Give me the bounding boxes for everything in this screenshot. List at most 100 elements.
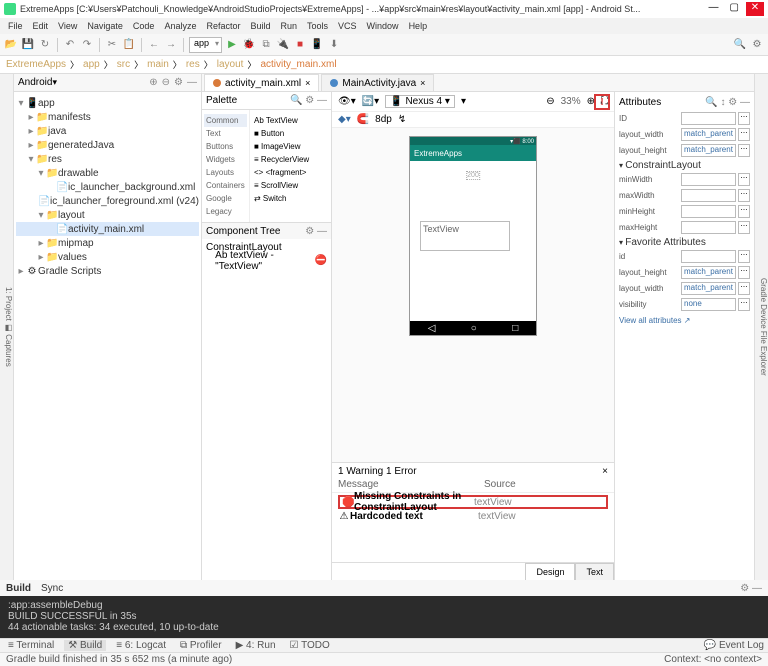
avd-icon[interactable]: 📱 (310, 38, 324, 52)
main-toolbar: 📂 💾 ↻ ↶ ↷ ✂ 📋 ← → app ▶ 🐞 ⧉ 🔌 ■ 📱 ⬇ 🔍 ⚙ (0, 34, 768, 56)
attrs-section: ▾ ConstraintLayout (619, 160, 750, 171)
device-combo[interactable]: 📱 Nexus 4 ▾ (385, 95, 455, 108)
attrs-title: Attributes (619, 97, 661, 108)
minimize-button[interactable]: — (704, 2, 722, 16)
undo-icon[interactable]: ↶ (63, 38, 77, 52)
crumb[interactable]: app (83, 59, 100, 70)
build-tab-btn[interactable]: ⚒ Build (64, 640, 106, 651)
palette-title: Palette (206, 95, 237, 106)
tab-activity-main[interactable]: activity_main.xml × (204, 74, 319, 91)
zoom-level: 33% (561, 96, 581, 107)
todo-tab[interactable]: ☑ TODO (286, 640, 334, 651)
editor-tabs: activity_main.xml × MainActivity.java × (202, 74, 754, 92)
maximize-button[interactable]: ▢ (725, 2, 743, 16)
nav-bar-preview: ◁○□ (410, 321, 536, 335)
crumb[interactable]: main (147, 59, 169, 70)
palette-items[interactable]: Ab TextView■ Button■ ImageView≡ Recycler… (250, 110, 331, 222)
crumb[interactable]: ExtremeApps (6, 59, 66, 70)
menu-vcs[interactable]: VCS (334, 21, 361, 31)
back-icon[interactable]: ← (147, 38, 161, 52)
project-view-combo[interactable]: Android (18, 77, 52, 88)
menu-bar: File Edit View Navigate Code Analyze Ref… (0, 18, 768, 34)
sync-icon[interactable]: ↻ (38, 38, 52, 52)
build-tab[interactable]: Build (6, 583, 31, 594)
expand-icon[interactable]: ⊕ (149, 77, 157, 88)
textview-preview[interactable]: TextView (420, 221, 510, 251)
design-tab[interactable]: Design (525, 563, 575, 580)
api-combo[interactable]: ▾ (461, 96, 466, 107)
menu-help[interactable]: Help (405, 21, 432, 31)
sdk-icon[interactable]: ⬇ (327, 38, 341, 52)
magnet-icon[interactable]: 🧲 (357, 114, 369, 125)
menu-edit[interactable]: Edit (29, 21, 53, 31)
breadcrumb: ExtremeApps〉 app〉 src〉 main〉 res〉 layout… (0, 56, 768, 74)
hide-icon[interactable]: — (187, 77, 197, 88)
crumb[interactable]: activity_main.xml (260, 59, 336, 70)
stop-icon[interactable]: ■ (293, 38, 307, 52)
crumb[interactable]: res (186, 59, 200, 70)
device-preview: ▾⬛ 8:00 ExtremeApps 200 TextView ◁○□ (409, 136, 537, 336)
forward-icon[interactable]: → (164, 38, 178, 52)
blueprint-icon[interactable]: ◆▾ (338, 114, 351, 125)
profiler-tab[interactable]: ⧉ Profiler (176, 640, 226, 651)
run-tab[interactable]: ▶ 4: Run (232, 640, 280, 651)
design-canvas[interactable]: ▾⬛ 8:00 ExtremeApps 200 TextView ◁○□ (332, 128, 614, 462)
attach-icon[interactable]: 🔌 (276, 38, 290, 52)
messages-list[interactable]: 🛑Missing Constraints in ConstraintLayout… (332, 493, 614, 562)
collapse-icon[interactable]: ⊖ (162, 77, 170, 88)
menu-view[interactable]: View (54, 21, 81, 31)
redo-icon[interactable]: ↷ (80, 38, 94, 52)
titlebar: ExtremeApps [C:¥Users¥Patchouli_Knowledg… (0, 0, 768, 18)
project-tree[interactable]: ▾📱app▸📁manifests▸📁java▸📁generatedJava▾📁r… (14, 92, 201, 282)
cut-icon[interactable]: ✂ (105, 38, 119, 52)
zoom-out-icon[interactable]: ⊖ (546, 96, 554, 107)
run-config-combo[interactable]: app (189, 37, 222, 53)
debug-icon[interactable]: 🐞 (242, 38, 256, 52)
attributes-panel: Attributes🔍 ↕ ⚙ — ID⋯layout_widthmatch_p… (614, 92, 754, 580)
terminal-tab[interactable]: ≡ Terminal (4, 640, 58, 651)
palette-categories[interactable]: CommonTextButtonsWidgetsLayoutsContainer… (202, 110, 250, 222)
menu-file[interactable]: File (4, 21, 27, 31)
messages-summary: 1 Warning 1 Error (338, 466, 417, 477)
open-icon[interactable]: 📂 (4, 38, 18, 52)
profile-icon[interactable]: ⧉ (259, 38, 273, 52)
right-gutter[interactable]: Gradle Device File Explorer (754, 74, 768, 580)
eye-icon[interactable]: 👁▾ (338, 96, 356, 107)
context-text: Context: <no context> (664, 654, 762, 665)
menu-refactor[interactable]: Refactor (202, 21, 244, 31)
build-tool-window: Build Sync ⚙ — :app:assembleDebug BUILD … (0, 580, 768, 638)
menu-tools[interactable]: Tools (303, 21, 332, 31)
crumb[interactable]: src (117, 59, 130, 70)
menu-window[interactable]: Window (363, 21, 403, 31)
run-icon[interactable]: ▶ (225, 38, 239, 52)
menu-run[interactable]: Run (277, 21, 302, 31)
tab-mainactivity[interactable]: MainActivity.java × (321, 74, 434, 91)
sync-tab[interactable]: Sync (41, 583, 63, 594)
gear-icon[interactable]: ⚙ (174, 77, 183, 88)
canvas-toolbar: 👁▾ 🔄▾ 📱 Nexus 4 ▾ ▾ ⊖ 33% ⊕ ⛶ ! (332, 92, 614, 112)
paste-icon[interactable]: 📋 (122, 38, 136, 52)
close-messages-icon[interactable]: × (602, 466, 608, 477)
menu-code[interactable]: Code (129, 21, 159, 31)
error-badge-icon[interactable]: ! (594, 94, 610, 110)
crumb[interactable]: layout (217, 59, 244, 70)
text-tab[interactable]: Text (575, 563, 614, 580)
infer-icon[interactable]: ↯ (398, 114, 406, 125)
logcat-tab[interactable]: ≡ 6: Logcat (112, 640, 170, 651)
settings-icon[interactable]: ⚙ (750, 38, 764, 52)
menu-analyze[interactable]: Analyze (160, 21, 200, 31)
search-icon[interactable]: 🔍 (733, 38, 747, 52)
left-gutter[interactable]: 1: Project ◧ Captures (0, 74, 14, 580)
close-button[interactable]: ✕ (746, 2, 764, 16)
event-log-button[interactable]: 💬 Event Log (704, 640, 764, 651)
bottom-tool-tabs: ≡ Terminal ⚒ Build ≡ 6: Logcat ⧉ Profile… (0, 638, 768, 652)
window-title: ExtremeApps [C:¥Users¥Patchouli_Knowledg… (20, 4, 704, 14)
orientation-icon[interactable]: 🔄▾ (362, 96, 379, 107)
save-icon[interactable]: 💾 (21, 38, 35, 52)
default-margin[interactable]: 8dp (375, 114, 392, 125)
menu-navigate[interactable]: Navigate (83, 21, 127, 31)
view-all-attrs-link[interactable]: View all attributes ↗ (619, 316, 750, 325)
status-text: Gradle build finished in 35 s 652 ms (a … (6, 654, 232, 665)
menu-build[interactable]: Build (246, 21, 274, 31)
component-tree[interactable]: ConstraintLayoutAb textView - "TextView"… (202, 239, 331, 269)
